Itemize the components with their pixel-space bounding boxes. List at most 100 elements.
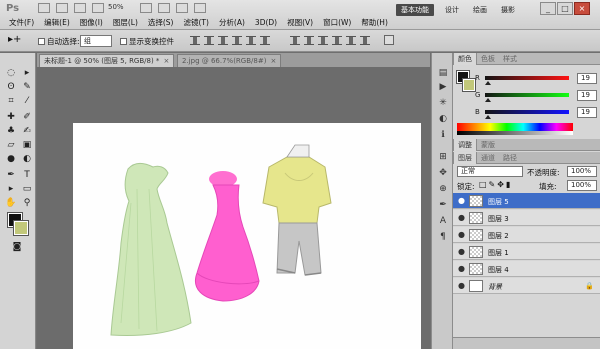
green-slider-handle[interactable]	[485, 98, 491, 102]
workspace-essentials[interactable]: 基本功能	[396, 4, 434, 16]
move-tool-icon[interactable]: ▸+	[8, 34, 21, 45]
green-value[interactable]: 19	[577, 90, 597, 101]
marquee-tool-icon[interactable]: ◌	[4, 67, 18, 79]
dodge-tool-icon[interactable]: ◐	[20, 153, 34, 165]
lasso-tool-icon[interactable]: ʘ	[4, 81, 18, 93]
opacity-input[interactable]: 100%	[567, 166, 597, 177]
tab-untitled[interactable]: 未标题-1 @ 50% (图层 5, RGB/8) * ×	[39, 54, 175, 67]
distribute-hcenter-icon[interactable]	[346, 36, 356, 45]
tab-masks[interactable]: 蒙版	[477, 139, 499, 151]
tab-channels[interactable]: 通道	[477, 152, 499, 164]
menu-3d[interactable]: 3D(D)	[250, 17, 282, 29]
red-channel[interactable]: R	[475, 73, 575, 85]
history-panel-icon[interactable]: ▤	[436, 67, 450, 80]
tab-adjustments[interactable]: 调整	[453, 139, 477, 151]
align-vcenter-icon[interactable]	[204, 36, 214, 45]
clone-source-icon[interactable]: ⊕	[436, 183, 450, 196]
eraser-tool-icon[interactable]: ▱	[4, 139, 18, 151]
history-brush-icon[interactable]: ✍	[20, 125, 34, 137]
align-bottom-icon[interactable]	[218, 36, 228, 45]
workspace-painting[interactable]: 绘画	[468, 4, 492, 16]
close-tab-icon[interactable]: ×	[270, 57, 276, 65]
align-top-icon[interactable]	[190, 36, 200, 45]
maximize-button[interactable]: □	[557, 2, 573, 15]
healing-brush-icon[interactable]: ✚	[4, 111, 18, 123]
workspace-design[interactable]: 设计	[440, 4, 464, 16]
distribute-left-icon[interactable]	[332, 36, 342, 45]
tab-2-jpg[interactable]: 2.jpg @ 66.7%(RGB/8#) ×	[177, 54, 282, 67]
layer-row[interactable]: ● 图层 2	[453, 227, 600, 243]
screen-mode-icon[interactable]	[194, 3, 206, 13]
distribute-bottom-icon[interactable]	[318, 36, 328, 45]
brushes-panel-icon[interactable]: ✥	[436, 167, 450, 180]
menu-layer[interactable]: 图层(L)	[108, 17, 143, 29]
visibility-eye-icon[interactable]: ●	[457, 264, 466, 273]
zoom-tool-icon[interactable]: ⚲	[20, 197, 34, 209]
zoom-tool-icon[interactable]	[92, 3, 104, 13]
gradient-tool-icon[interactable]: ▣	[20, 139, 34, 151]
eyedropper-tool-icon[interactable]: ⁄	[20, 95, 34, 107]
mini-bridge-icon[interactable]	[56, 3, 68, 13]
type-tool-icon[interactable]: T	[20, 169, 34, 181]
menu-filter[interactable]: 滤镜(T)	[179, 17, 214, 29]
red-slider-handle[interactable]	[485, 81, 491, 85]
view-extras-icon[interactable]	[74, 3, 86, 13]
visibility-eye-icon[interactable]: ●	[457, 230, 466, 239]
menu-file[interactable]: 文件(F)	[4, 17, 39, 29]
tab-swatches[interactable]: 色板	[477, 53, 499, 65]
menu-image[interactable]: 图像(I)	[75, 17, 108, 29]
path-select-icon[interactable]: ▸	[4, 183, 18, 195]
blue-value[interactable]: 19	[577, 107, 597, 118]
visibility-eye-icon[interactable]: ●	[457, 281, 466, 290]
menu-select[interactable]: 选择(S)	[143, 17, 179, 29]
fill-input[interactable]: 100%	[567, 180, 597, 191]
layer-row[interactable]: ● 图层 4	[453, 261, 600, 277]
shape-tool-icon[interactable]: ▭	[20, 183, 34, 195]
pen-tool-icon[interactable]: ✒	[4, 169, 18, 181]
red-slider[interactable]	[485, 76, 569, 80]
distribute-right-icon[interactable]	[360, 36, 370, 45]
close-button[interactable]: ×	[574, 2, 590, 15]
layer-row[interactable]: ● 背景 🔒	[453, 278, 600, 294]
zoom-level[interactable]: 50%	[108, 3, 124, 11]
visibility-eye-icon[interactable]: ●	[457, 247, 466, 256]
document-canvas[interactable]	[73, 123, 421, 349]
menu-help[interactable]: 帮助(H)	[356, 17, 393, 29]
brush-tool-icon[interactable]: ✐	[20, 111, 34, 123]
tool-presets-icon[interactable]: ✒	[436, 199, 450, 212]
tab-color[interactable]: 颜色	[453, 53, 477, 65]
close-tab-icon[interactable]: ×	[163, 57, 169, 65]
menu-edit[interactable]: 编辑(E)	[39, 17, 75, 29]
layer-row[interactable]: ● 图层 5	[453, 193, 600, 209]
clone-stamp-icon[interactable]: ♣	[4, 125, 18, 137]
color-spectrum[interactable]	[457, 123, 573, 135]
green-slider[interactable]	[485, 93, 569, 97]
rotate-view-icon[interactable]	[158, 3, 170, 13]
background-color-swatch[interactable]	[13, 220, 29, 236]
align-right-icon[interactable]	[260, 36, 270, 45]
visibility-eye-icon[interactable]: ●	[457, 213, 466, 222]
brush-presets-icon[interactable]: ⊞	[436, 151, 450, 164]
quick-mask-icon[interactable]: ◙	[10, 241, 24, 253]
quick-select-tool-icon[interactable]: ✎	[20, 81, 34, 93]
blur-tool-icon[interactable]: ●	[4, 153, 18, 165]
blue-slider-handle[interactable]	[485, 115, 491, 119]
align-left-icon[interactable]	[232, 36, 242, 45]
layer-row[interactable]: ● 图层 3	[453, 210, 600, 226]
blue-slider[interactable]	[485, 110, 569, 114]
move-tool-icon[interactable]: ▸	[20, 67, 34, 79]
layer-row[interactable]: ● 图层 1	[453, 244, 600, 260]
character-panel-icon[interactable]: A	[436, 215, 450, 228]
distribute-top-icon[interactable]	[290, 36, 300, 45]
paragraph-panel-icon[interactable]: ¶	[436, 231, 450, 244]
align-hcenter-icon[interactable]	[246, 36, 256, 45]
tab-paths[interactable]: 路径	[499, 152, 521, 164]
crop-tool-icon[interactable]: ⌗	[4, 95, 18, 107]
distribute-vcenter-icon[interactable]	[304, 36, 314, 45]
blue-channel[interactable]: B	[475, 107, 575, 119]
tab-layers[interactable]: 图层	[453, 152, 477, 164]
background-color-swatch[interactable]	[462, 78, 476, 92]
blend-mode-dropdown[interactable]: 正常	[457, 166, 523, 177]
hand-tool-icon[interactable]: ✋	[4, 197, 18, 209]
visibility-eye-icon[interactable]: ●	[457, 196, 466, 205]
